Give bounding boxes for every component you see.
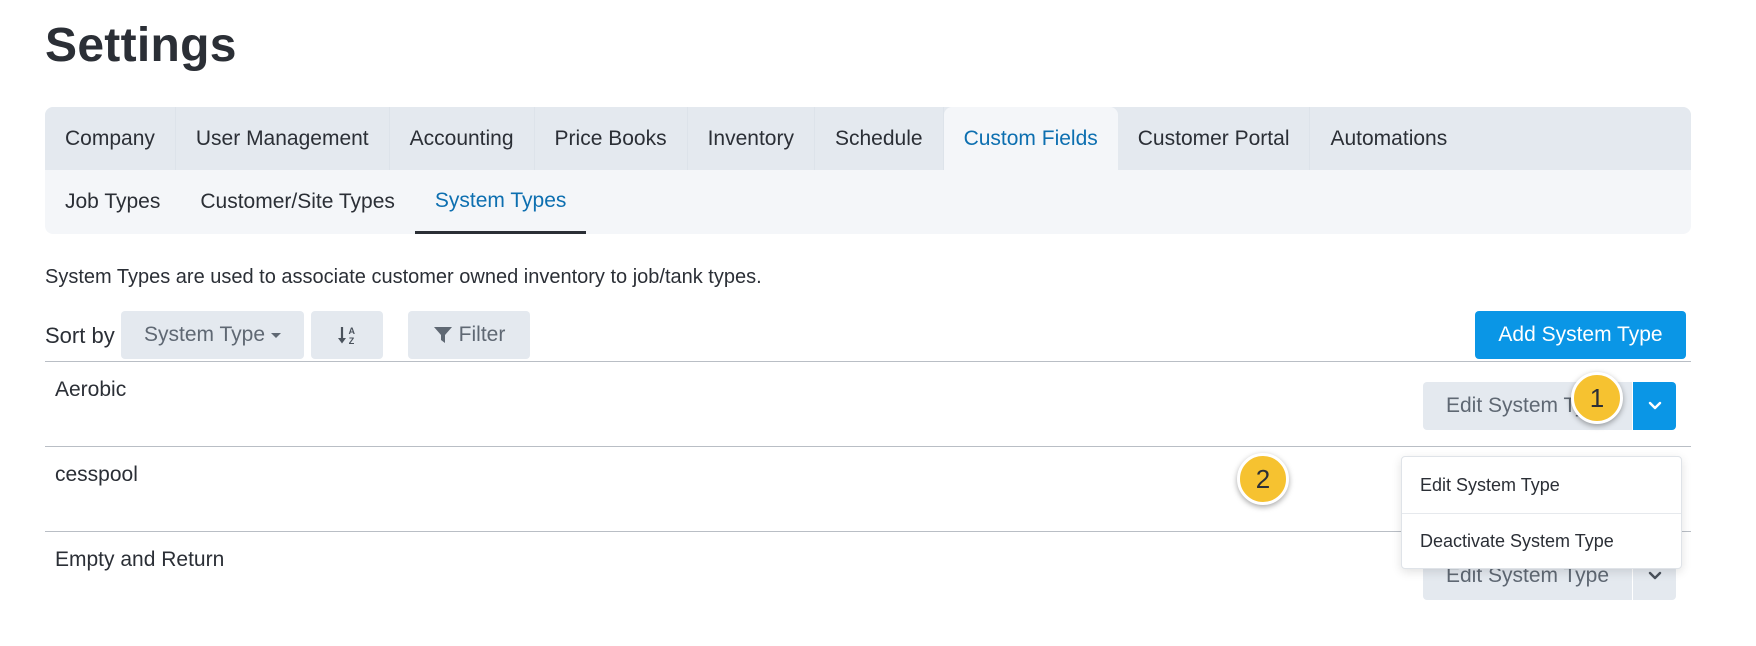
main-tab-bar: Company User Management Accounting Price… [45,107,1691,170]
system-type-name: cesspool [55,463,138,486]
system-type-name: Aerobic [55,378,127,401]
tab-schedule[interactable]: Schedule [815,107,944,170]
tab-user-management[interactable]: User Management [176,107,390,170]
dropdown-deactivate-system-type[interactable]: Deactivate System Type [1402,513,1681,569]
sort-direction-button[interactable]: A Z [311,311,383,359]
tab-company[interactable]: Company [45,107,176,170]
sort-field-select[interactable]: System Type [121,311,304,359]
dropdown-edit-system-type[interactable]: Edit System Type [1402,457,1681,513]
row-divider [45,446,1691,447]
filter-icon [433,327,452,343]
page-description: System Types are used to associate custo… [45,266,762,288]
row-actions-toggle[interactable] [1633,382,1676,430]
filter-button[interactable]: Filter [408,311,530,359]
tab-automations[interactable]: Automations [1310,107,1467,170]
svg-text:A: A [349,326,356,336]
chevron-down-icon [1648,571,1661,580]
tab-custom-fields[interactable]: Custom Fields [943,107,1118,170]
subtab-customer-site-types[interactable]: Customer/Site Types [180,170,415,234]
sort-alpha-down-icon: A Z [338,326,356,346]
tab-accounting[interactable]: Accounting [390,107,535,170]
tab-price-books[interactable]: Price Books [535,107,688,170]
callout-marker: 2 [1237,453,1289,505]
filter-label: Filter [458,323,506,346]
tab-customer-portal[interactable]: Customer Portal [1118,107,1311,170]
caret-down-icon [271,332,281,338]
sort-field-value: System Type [144,323,265,346]
sub-tab-bar: Job Types Customer/Site Types System Typ… [45,170,587,234]
subtab-system-types[interactable]: System Types [414,170,587,234]
chevron-down-icon [1648,401,1661,410]
tab-inventory[interactable]: Inventory [688,107,815,170]
add-system-type-button[interactable]: Add System Type [1475,311,1686,359]
row-actions-dropdown: Edit System Type Deactivate System Type [1401,456,1682,569]
row-action-split-button: Edit System Type [1423,382,1676,430]
row-divider [45,361,1691,362]
settings-tabs-panel: Company User Management Accounting Price… [45,107,1691,234]
sort-label: Sort by [45,323,115,348]
callout-marker: 1 [1571,372,1623,424]
subtab-job-types[interactable]: Job Types [45,170,180,234]
page-title: Settings [45,19,237,72]
system-type-name: Empty and Return [55,548,225,571]
svg-text:Z: Z [349,336,355,346]
